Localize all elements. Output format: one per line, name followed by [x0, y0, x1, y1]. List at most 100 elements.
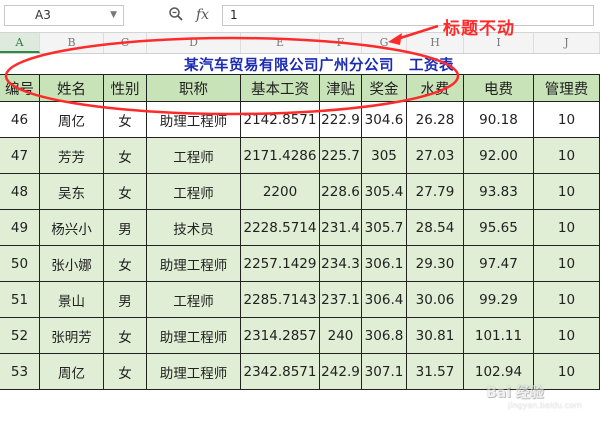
- header-cell[interactable]: 姓名: [40, 74, 104, 102]
- header-cell[interactable]: 津贴: [320, 74, 362, 102]
- table-cell[interactable]: 2342.8571: [241, 354, 320, 390]
- chevron-down-icon[interactable]: ▼: [110, 6, 117, 25]
- table-cell[interactable]: 景山: [40, 282, 104, 318]
- table-cell[interactable]: 99.29: [464, 282, 534, 318]
- name-box[interactable]: A3 ▼: [4, 5, 124, 26]
- table-cell[interactable]: 技术员: [147, 210, 241, 246]
- column-header-j[interactable]: J: [534, 33, 600, 53]
- magnifier-icon[interactable]: [168, 6, 184, 27]
- table-cell[interactable]: 30.81: [407, 318, 464, 354]
- table-cell[interactable]: 304.6: [362, 102, 407, 138]
- table-cell[interactable]: 242.9: [320, 354, 362, 390]
- table-cell[interactable]: 10: [534, 210, 600, 246]
- column-header-g[interactable]: G: [362, 33, 407, 53]
- table-cell[interactable]: 2314.2857: [241, 318, 320, 354]
- table-cell[interactable]: 10: [534, 318, 600, 354]
- table-cell[interactable]: 49: [0, 210, 40, 246]
- table-cell[interactable]: 228.6: [320, 174, 362, 210]
- table-cell[interactable]: 306.4: [362, 282, 407, 318]
- table-cell[interactable]: 92.00: [464, 138, 534, 174]
- table-cell[interactable]: 90.18: [464, 102, 534, 138]
- table-cell[interactable]: 吴东: [40, 174, 104, 210]
- table-cell[interactable]: 张明芳: [40, 318, 104, 354]
- table-cell[interactable]: 95.65: [464, 210, 534, 246]
- table-cell[interactable]: 2171.4286: [241, 138, 320, 174]
- table-cell[interactable]: 237.1: [320, 282, 362, 318]
- table-cell[interactable]: 女: [104, 174, 147, 210]
- table-cell[interactable]: 26.28: [407, 102, 464, 138]
- table-cell[interactable]: 周亿: [40, 102, 104, 138]
- header-cell[interactable]: 水费: [407, 74, 464, 102]
- table-cell[interactable]: 101.11: [464, 318, 534, 354]
- table-cell[interactable]: 2257.1429: [241, 246, 320, 282]
- table-cell[interactable]: 2200: [241, 174, 320, 210]
- table-cell[interactable]: 28.54: [407, 210, 464, 246]
- table-cell[interactable]: 27.79: [407, 174, 464, 210]
- column-header-b[interactable]: B: [40, 33, 104, 53]
- table-cell[interactable]: 工程师: [147, 174, 241, 210]
- table-cell[interactable]: 46: [0, 102, 40, 138]
- header-cell[interactable]: 奖金: [362, 74, 407, 102]
- column-header-c[interactable]: C: [104, 33, 147, 53]
- table-cell[interactable]: 52: [0, 318, 40, 354]
- table-cell[interactable]: 27.03: [407, 138, 464, 174]
- table-cell[interactable]: 306.1: [362, 246, 407, 282]
- table-cell[interactable]: 女: [104, 318, 147, 354]
- table-cell[interactable]: 10: [534, 102, 600, 138]
- table-cell[interactable]: 93.83: [464, 174, 534, 210]
- table-cell[interactable]: 231.4: [320, 210, 362, 246]
- header-cell[interactable]: 管理费: [534, 74, 600, 102]
- table-cell[interactable]: 女: [104, 354, 147, 390]
- table-cell[interactable]: 306.8: [362, 318, 407, 354]
- table-cell[interactable]: 女: [104, 246, 147, 282]
- table-cell[interactable]: 10: [534, 138, 600, 174]
- column-header-d[interactable]: D: [147, 33, 241, 53]
- table-cell[interactable]: 222.9: [320, 102, 362, 138]
- table-cell[interactable]: 10: [534, 246, 600, 282]
- table-cell[interactable]: 29.30: [407, 246, 464, 282]
- table-cell[interactable]: 97.47: [464, 246, 534, 282]
- header-cell[interactable]: 编号: [0, 74, 40, 102]
- sheet-title[interactable]: 某汽车贸易有限公司广州分公司 工资表: [0, 54, 600, 74]
- table-cell[interactable]: 305.7: [362, 210, 407, 246]
- header-cell[interactable]: 电费: [464, 74, 534, 102]
- table-cell[interactable]: 女: [104, 102, 147, 138]
- table-cell[interactable]: 助理工程师: [147, 102, 241, 138]
- header-cell[interactable]: 基本工资: [241, 74, 320, 102]
- header-cell[interactable]: 性别: [104, 74, 147, 102]
- table-cell[interactable]: 53: [0, 354, 40, 390]
- table-cell[interactable]: 240: [320, 318, 362, 354]
- table-cell[interactable]: 47: [0, 138, 40, 174]
- table-cell[interactable]: 工程师: [147, 282, 241, 318]
- table-cell[interactable]: 225.7: [320, 138, 362, 174]
- table-cell[interactable]: 2142.8571: [241, 102, 320, 138]
- table-cell[interactable]: 男: [104, 210, 147, 246]
- table-cell[interactable]: 10: [534, 174, 600, 210]
- table-cell[interactable]: 305: [362, 138, 407, 174]
- table-cell[interactable]: 48: [0, 174, 40, 210]
- table-cell[interactable]: 芳芳: [40, 138, 104, 174]
- table-cell[interactable]: 周亿: [40, 354, 104, 390]
- column-header-f[interactable]: F: [320, 33, 362, 53]
- table-cell[interactable]: 工程师: [147, 138, 241, 174]
- table-cell[interactable]: 31.57: [407, 354, 464, 390]
- table-cell[interactable]: 307.1: [362, 354, 407, 390]
- table-cell[interactable]: 助理工程师: [147, 246, 241, 282]
- formula-input[interactable]: 1: [222, 5, 594, 26]
- table-cell[interactable]: 助理工程师: [147, 354, 241, 390]
- table-cell[interactable]: 杨兴小: [40, 210, 104, 246]
- table-cell[interactable]: 10: [534, 282, 600, 318]
- table-cell[interactable]: 男: [104, 282, 147, 318]
- table-cell[interactable]: 51: [0, 282, 40, 318]
- table-cell[interactable]: 50: [0, 246, 40, 282]
- table-cell[interactable]: 305.4: [362, 174, 407, 210]
- table-cell[interactable]: 30.06: [407, 282, 464, 318]
- table-cell[interactable]: 234.3: [320, 246, 362, 282]
- column-header-a[interactable]: A: [0, 33, 40, 53]
- table-cell[interactable]: 2228.5714: [241, 210, 320, 246]
- table-cell[interactable]: 2285.7143: [241, 282, 320, 318]
- header-cell[interactable]: 职称: [147, 74, 241, 102]
- table-cell[interactable]: 女: [104, 138, 147, 174]
- table-cell[interactable]: 张小娜: [40, 246, 104, 282]
- fx-icon[interactable]: fx: [196, 6, 209, 24]
